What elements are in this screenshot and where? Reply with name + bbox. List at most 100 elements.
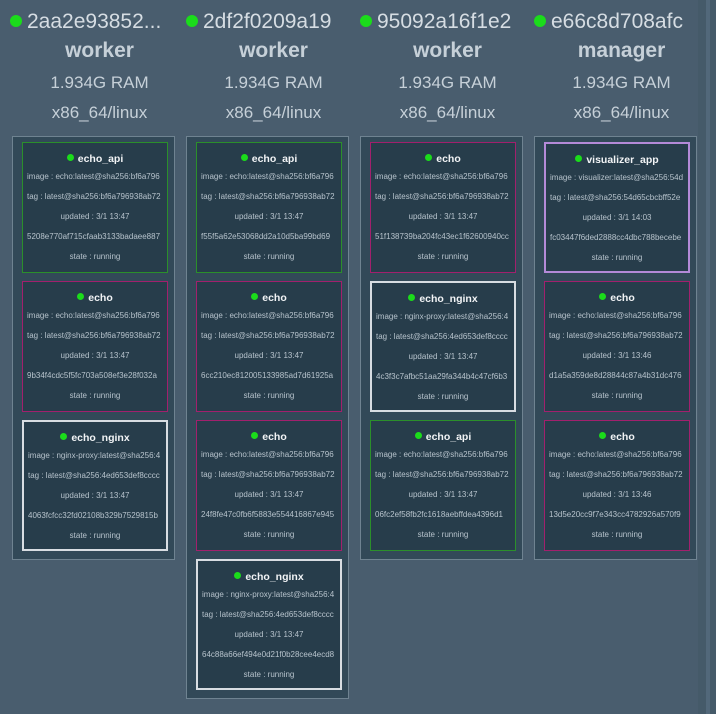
task-id: 5208e770af715cfaab3133badaee887 (27, 232, 161, 241)
status-dot-icon (599, 432, 607, 439)
node-ram: 1.934G RAM (398, 73, 497, 92)
node-ram: 1.934G RAM (50, 73, 149, 92)
task-image: image : visualizer:latest@sha256:54d (550, 173, 684, 182)
task-id: f55f5a62e53068dd2a10d5ba99bd69 (201, 232, 331, 241)
task-id: 9b34f4cdc5f5fc703a508ef3e28f032a (27, 371, 157, 380)
status-dot-icon (234, 572, 242, 579)
task-state: state : running (69, 531, 121, 540)
task-card[interactable]: echo image : echo:latest@sha256:bf6a796 ta… (544, 420, 690, 551)
task-name-text: echo_nginx (245, 571, 304, 583)
task-updated: updated : 3/1 13:46 (582, 490, 652, 499)
task-image: image : echo:latest@sha256:bf6a796 (549, 450, 682, 459)
task-state: state : running (243, 530, 295, 539)
task-updated: updated : 3/1 13:47 (60, 491, 130, 500)
node-platform: x86_64/linux (399, 103, 496, 122)
task-name: echo (197, 288, 341, 306)
task-name: echo_nginx (198, 567, 340, 585)
task-name: echo (545, 288, 689, 306)
task-card[interactable]: echo image : echo:latest@sha256:bf6a796 ta… (196, 420, 342, 551)
node-ram: 1.934G RAM (224, 73, 323, 92)
task-state: state : running (591, 253, 643, 262)
task-state: state : running (69, 252, 121, 261)
scrollbar-thumb[interactable] (706, 0, 710, 714)
node-platform: x86_64/linux (225, 103, 322, 122)
node-id: 2aa2e93852... (10, 0, 187, 42)
task-card[interactable]: echo_api image : echo:latest@sha256:bf6a7… (196, 142, 342, 273)
task-name: visualizer_app (546, 150, 688, 168)
task-name-text: echo_nginx (71, 432, 130, 444)
task-id: 06fc2ef58fb2fc1618aebffdea4396d1 (375, 510, 503, 519)
task-tag: tag : latest@sha256:54d65cbcbff52e (550, 193, 681, 202)
task-state: state : running (591, 530, 643, 539)
node-header: 95092a16f1e2 worker 1.934G RAM x86_64/linux (360, 0, 535, 128)
task-updated: updated : 3/1 13:46 (582, 351, 652, 360)
task-name: echo_nginx (372, 289, 514, 307)
status-dot-icon (251, 432, 259, 439)
task-card[interactable]: echo image : echo:latest@sha256:bf6a796 ta… (544, 281, 690, 412)
status-dot-icon (425, 154, 433, 161)
task-updated: updated : 3/1 13:47 (234, 351, 304, 360)
task-updated: updated : 3/1 13:47 (408, 352, 478, 361)
node-task-list: echo image : echo:latest@sha256:bf6a796 ta… (360, 136, 523, 560)
status-dot-icon (360, 15, 372, 27)
task-updated: updated : 3/1 13:47 (234, 212, 304, 221)
node-task-list: visualizer_appimage : visualizer:latest@… (534, 136, 697, 560)
status-dot-icon (599, 293, 607, 300)
node-role: worker (413, 39, 482, 62)
status-dot-icon (534, 15, 546, 27)
node-id: 95092a16f1e2 (360, 0, 535, 42)
task-state: state : running (417, 252, 469, 261)
task-card[interactable]: echo image : echo:latest@sha256:bf6a796 ta… (370, 142, 516, 273)
task-state: state : running (243, 391, 295, 400)
task-name: echo_nginx (24, 428, 166, 446)
task-id: 4c3f3c7afbc51aa29fa344b4c47cf6b3 (376, 372, 508, 381)
task-updated: updated : 3/1 13:47 (408, 490, 478, 499)
task-id: d1a5a359de8d28844c87a4b31dc476 (549, 371, 682, 380)
node-header: e66c8d708afc manager 1.934G RAM x86_64/linu… (534, 0, 709, 128)
status-dot-icon (10, 15, 22, 27)
status-dot-icon (414, 432, 422, 439)
task-image: image : echo:latest@sha256:bf6a796 (375, 172, 508, 181)
node-role: manager (577, 39, 666, 62)
task-name: echo_api (371, 427, 515, 445)
task-card[interactable]: echo_api image : echo:latest@sha256:bf6a7… (370, 420, 516, 551)
status-dot-icon (240, 154, 248, 161)
status-dot-icon (186, 15, 198, 27)
node-platform: x86_64/linux (51, 103, 148, 122)
node-column: 95092a16f1e2 worker 1.934G RAM x86_64/linux… (360, 0, 535, 560)
status-dot-icon (575, 155, 583, 162)
status-dot-icon (60, 433, 68, 440)
task-card[interactable]: echo_api image : echo:latest@sha256:bf6a7… (22, 142, 168, 273)
task-state: state : running (591, 391, 643, 400)
vertical-scrollbar[interactable] (698, 0, 716, 714)
task-card[interactable]: echo_nginx image : nginx-proxy:latest@sha… (196, 559, 342, 690)
task-card[interactable]: echo image : echo:latest@sha256:bf6a796 ta… (196, 281, 342, 412)
status-dot-icon (251, 293, 259, 300)
task-state: state : running (243, 252, 295, 261)
task-id: 13d5e20cc9f7e343cc4782926a570f9 (549, 510, 681, 519)
task-tag: tag : latest@sha256:bf6a796938ab72 (375, 192, 509, 201)
task-card[interactable]: visualizer_appimage : visualizer:latest@… (544, 142, 690, 273)
node-column: 2df2f0209a19 worker 1.934G RAM x86_64/linux… (186, 0, 361, 699)
task-image: image : nginx-proxy:latest@sha256:4 (376, 312, 509, 321)
task-name-text: echo (436, 153, 461, 165)
task-name-text: visualizer_app (586, 154, 659, 166)
task-tag: tag : latest@sha256:4ed653def8cccc (28, 471, 160, 480)
node-id: e66c8d708afc (534, 0, 709, 42)
status-dot-icon (77, 293, 85, 300)
task-name: echo_api (197, 149, 341, 167)
task-card[interactable]: echo_nginximage : nginx-proxy:latest@sha… (370, 281, 516, 412)
task-name: echo (197, 427, 341, 445)
task-name: echo (371, 149, 515, 167)
task-name-text: echo_api (77, 153, 124, 165)
task-id: 4063fcfcc32fd02108b329b7529815b (28, 511, 158, 520)
task-id: 51f138739ba204fc43ec1f62600940cc (375, 232, 509, 241)
task-card[interactable]: echo image : echo:latest@sha256:bf6a796 ta… (22, 281, 168, 412)
task-name-text: echo (262, 431, 287, 443)
task-updated: updated : 3/1 14:03 (582, 213, 652, 222)
node-id-text: 95092a16f1e2 (377, 10, 512, 33)
status-dot-icon (66, 154, 74, 161)
task-image: image : echo:latest@sha256:bf6a796 (201, 311, 334, 320)
task-card[interactable]: echo_nginx image : nginx-proxy:latest@sha… (22, 420, 168, 551)
task-image: image : echo:latest@sha256:bf6a796 (27, 311, 160, 320)
